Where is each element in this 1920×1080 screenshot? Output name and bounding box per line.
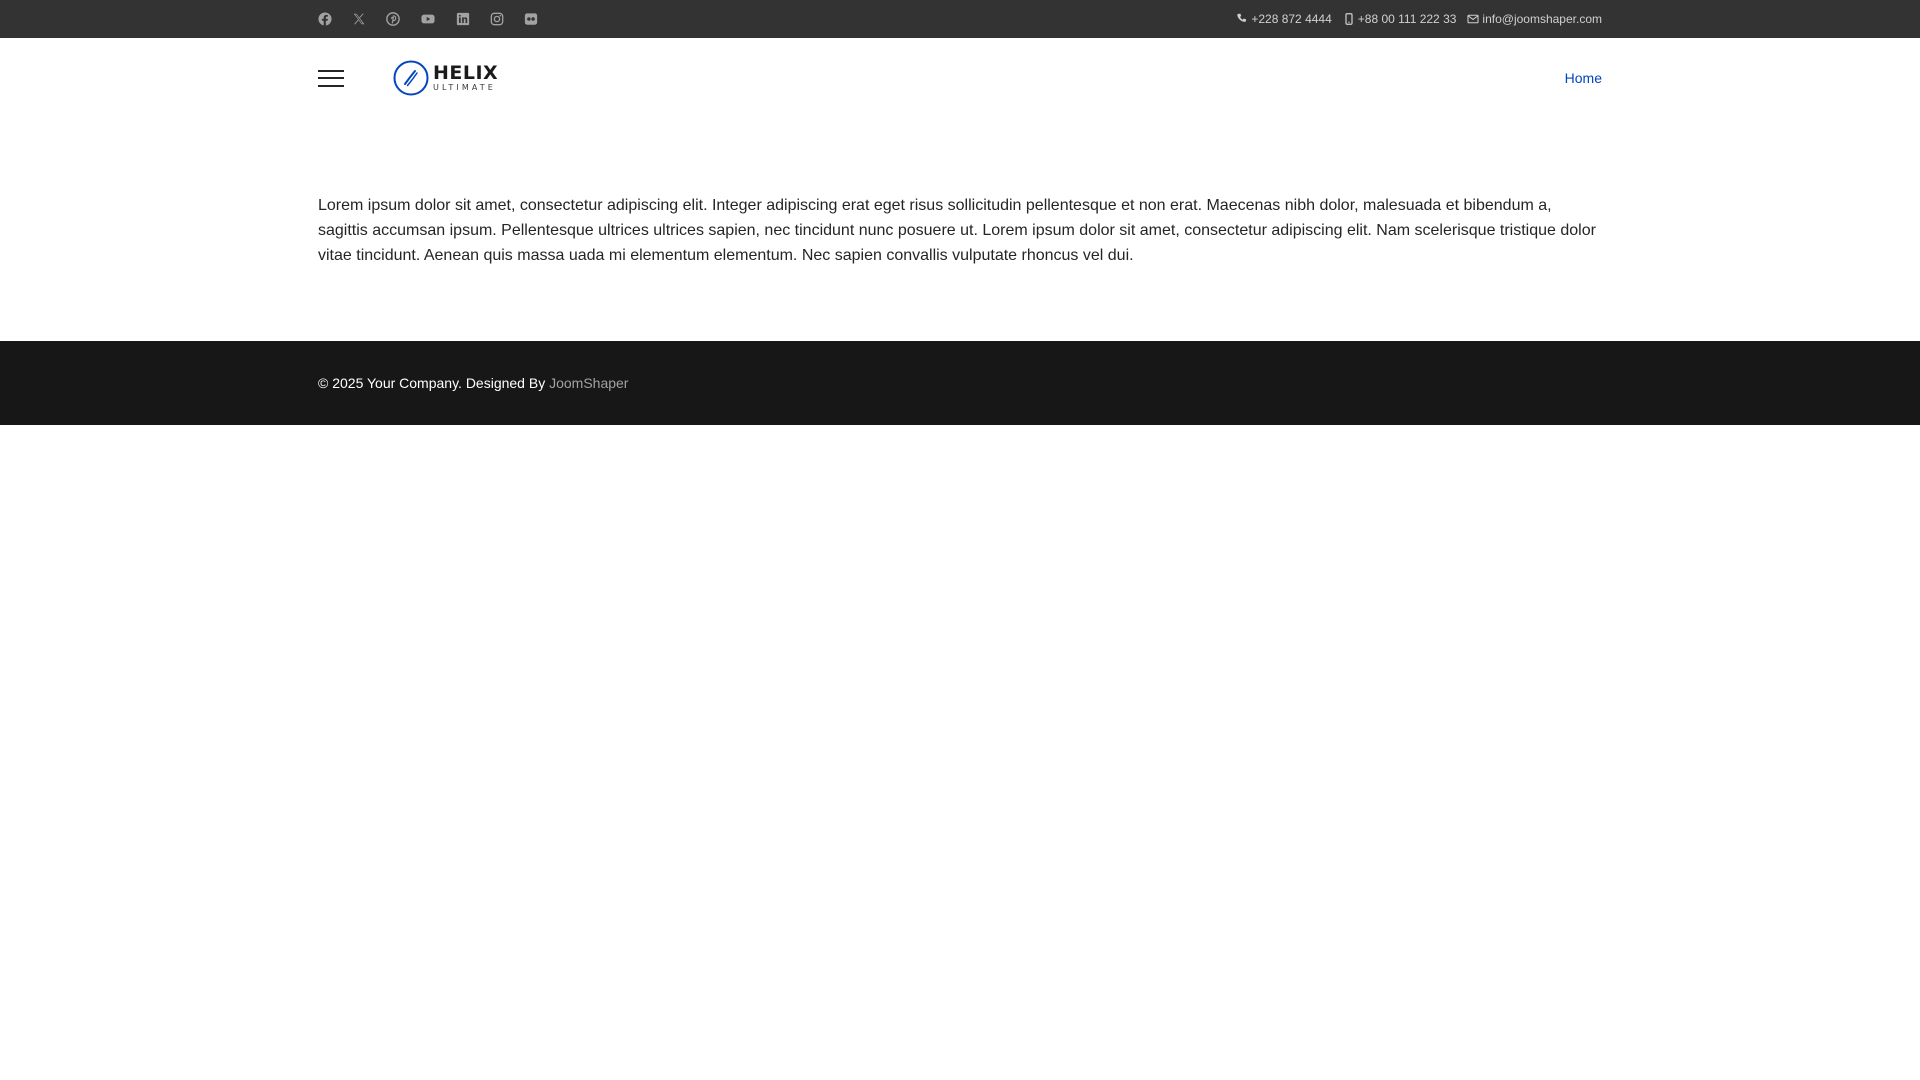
menu-bar: [318, 84, 344, 87]
offcanvas-menu-toggle[interactable]: [318, 69, 344, 87]
youtube-link[interactable]: [420, 0, 436, 38]
mobile-phone-icon: [1345, 13, 1353, 25]
instagram-icon: [490, 12, 504, 26]
mobile-number: +88 00 111 222 33: [1357, 12, 1457, 26]
menu-bar: [318, 77, 344, 79]
contact-info: +228 872 4444 +88 00 111 222 33 info@joo…: [1225, 12, 1602, 26]
nav-home-link[interactable]: Home: [1565, 70, 1602, 86]
menu-bar: [318, 69, 344, 72]
pinterest-link[interactable]: [386, 0, 400, 38]
envelope-icon: [1467, 14, 1479, 24]
flickr-link[interactable]: [524, 0, 538, 38]
phone-contact[interactable]: +228 872 4444: [1236, 12, 1332, 26]
x-twitter-link[interactable]: [352, 0, 366, 38]
facebook-icon: [318, 12, 332, 26]
social-icons: [318, 0, 558, 38]
email-contact[interactable]: info@joomshaper.com: [1467, 12, 1602, 26]
x-twitter-icon: [353, 13, 365, 25]
main-content: Lorem ipsum dolor sit amet, consectetur …: [0, 118, 1920, 341]
flickr-icon: [524, 13, 538, 25]
site-header: HELIX ULTIMATE Home: [0, 38, 1920, 118]
joomshaper-link[interactable]: JoomShaper: [549, 375, 628, 391]
youtube-icon: [421, 14, 435, 24]
logo-name: HELIX: [433, 62, 499, 84]
facebook-link[interactable]: [318, 0, 332, 38]
body-paragraph: Lorem ipsum dolor sit amet, consectetur …: [318, 197, 1596, 264]
linkedin-icon: [456, 12, 470, 26]
helix-logo-icon: [393, 60, 429, 96]
copyright-text: © 2025 Your Company. Designed By JoomSha…: [318, 375, 628, 391]
site-footer: © 2025 Your Company. Designed By JoomSha…: [0, 341, 1920, 425]
top-bar: +228 872 4444 +88 00 111 222 33 info@joo…: [0, 0, 1920, 38]
instagram-link[interactable]: [490, 0, 504, 38]
mobile-contact[interactable]: +88 00 111 222 33: [1343, 12, 1457, 26]
pinterest-icon: [386, 12, 400, 26]
phone-icon: [1237, 13, 1247, 22]
linkedin-link[interactable]: [456, 0, 470, 38]
site-logo[interactable]: HELIX ULTIMATE: [393, 60, 498, 96]
copyright-label: © 2025 Your Company. Designed By: [318, 375, 550, 391]
logo-subtitle: ULTIMATE: [433, 83, 496, 92]
phone-number: +228 872 4444: [1251, 12, 1332, 26]
email-address: info@joomshaper.com: [1482, 12, 1602, 26]
